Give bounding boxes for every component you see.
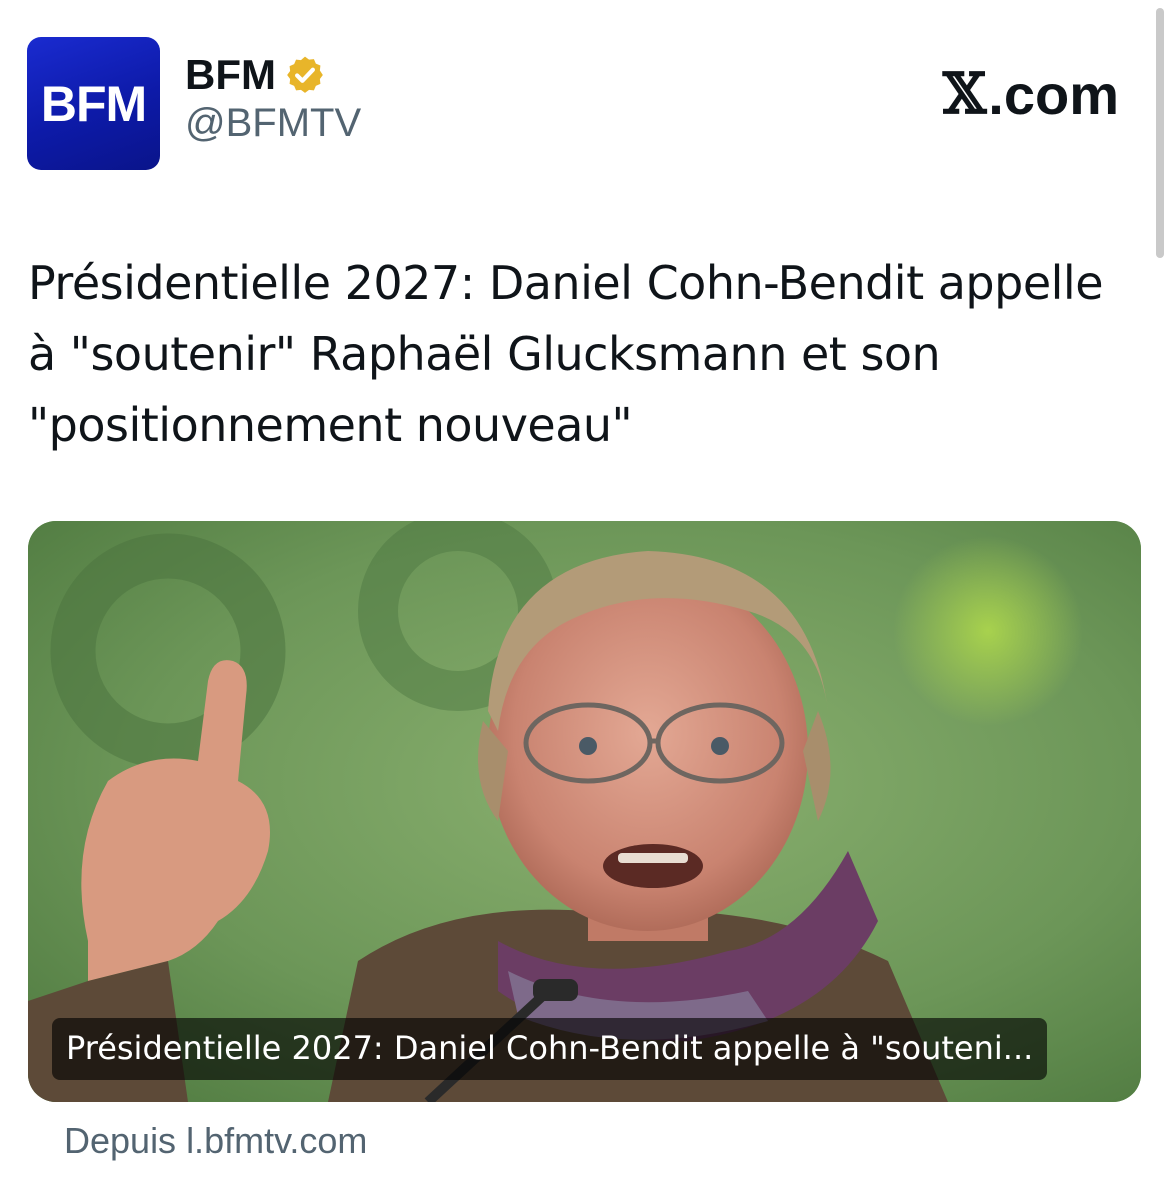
account-info[interactable]: BFM @BFMTV bbox=[185, 51, 361, 146]
tweet-headline: Présidentielle 2027: Daniel Cohn-Bendit … bbox=[28, 256, 1104, 452]
card-source[interactable]: Depuis l.bfmtv.com bbox=[64, 1120, 367, 1162]
link-card[interactable]: Présidentielle 2027: Daniel Cohn-Bendit … bbox=[28, 521, 1141, 1102]
avatar[interactable]: BFM bbox=[27, 37, 160, 170]
handle[interactable]: @BFMTV bbox=[185, 101, 361, 146]
card-caption: Présidentielle 2027: Daniel Cohn-Bendit … bbox=[52, 1018, 1048, 1080]
verified-badge-icon bbox=[287, 56, 323, 93]
x-logo: 𝕏 .com bbox=[943, 61, 1119, 127]
display-name[interactable]: BFM bbox=[185, 51, 276, 99]
x-icon: 𝕏 bbox=[942, 61, 987, 127]
tweet-header: BFM BFM @BFMTV 𝕏 .com bbox=[27, 37, 1127, 171]
avatar-text: BFM bbox=[40, 75, 147, 132]
scrollbar[interactable] bbox=[1156, 8, 1164, 258]
x-domain-suffix: .com bbox=[988, 62, 1119, 126]
article-photo bbox=[28, 521, 1141, 1102]
name-row: BFM bbox=[185, 51, 361, 99]
